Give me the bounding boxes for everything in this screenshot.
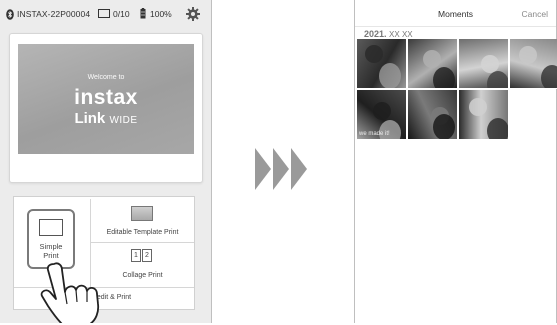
device-name: INSTAX-22P00004 (17, 9, 91, 19)
simple-print-button[interactable]: Simple Print (27, 209, 75, 269)
photo-thumbnail[interactable] (459, 90, 509, 140)
photo-thumbnail[interactable] (510, 39, 557, 89)
right-phone-screen: Moments Cancel 2021. XX XX we made it! (354, 0, 557, 323)
photo-thumbnail[interactable]: we made it! (357, 90, 407, 140)
next-step-arrows-icon (255, 148, 307, 190)
template-icon (131, 206, 153, 221)
battery-percent: 100% (150, 9, 172, 19)
photo-thumbnail[interactable] (408, 90, 458, 140)
bluetooth-icon (6, 9, 14, 20)
welcome-text: Welcome to (87, 74, 125, 81)
editable-template-print-label: Editable Template Print (106, 229, 179, 236)
brand-link-text: Link (74, 110, 106, 127)
simple-print-label: Simple Print (29, 242, 73, 260)
tapping-hand-icon (40, 262, 100, 323)
date-placeholder: XX XX (389, 30, 413, 39)
screen-icon (39, 219, 63, 236)
film-count: 0/10 (113, 9, 130, 19)
collage-icon: 1 2 (131, 249, 153, 262)
brand-logo-instax: instax (74, 86, 138, 109)
brand-logo-link-wide: Link WIDE (18, 110, 194, 127)
cancel-button[interactable]: Cancel (522, 9, 548, 19)
photo-thumbnail[interactable] (408, 39, 458, 89)
battery-icon (140, 8, 146, 19)
left-phone-screen: INSTAX-22P00004 0/10 100% Welcome to ins… (0, 0, 212, 323)
collage-cell: 2 (142, 249, 152, 262)
status-bar: INSTAX-22P00004 0/10 100% (0, 0, 211, 28)
photo-caption: we made it! (359, 131, 390, 137)
brand-wide-text: WIDE (109, 115, 138, 126)
collage-cell: 1 (131, 249, 141, 262)
moments-header: Moments Cancel (355, 0, 556, 27)
date-year: 2021. (364, 29, 387, 39)
simple-print-label-line1: Simple (39, 242, 63, 251)
photo-thumbnail[interactable] (357, 39, 407, 89)
photo-thumbnail[interactable] (459, 39, 509, 89)
welcome-banner: Welcome to instax Link WIDE (18, 44, 194, 154)
date-group-label: 2021. XX XX (364, 29, 413, 39)
gear-icon[interactable] (186, 7, 200, 21)
editable-template-print-button[interactable]: Editable Template Print (91, 199, 194, 242)
simple-print-label-line2: Print (43, 251, 59, 260)
film-icon (98, 9, 110, 18)
welcome-card: Welcome to instax Link WIDE (9, 33, 203, 183)
